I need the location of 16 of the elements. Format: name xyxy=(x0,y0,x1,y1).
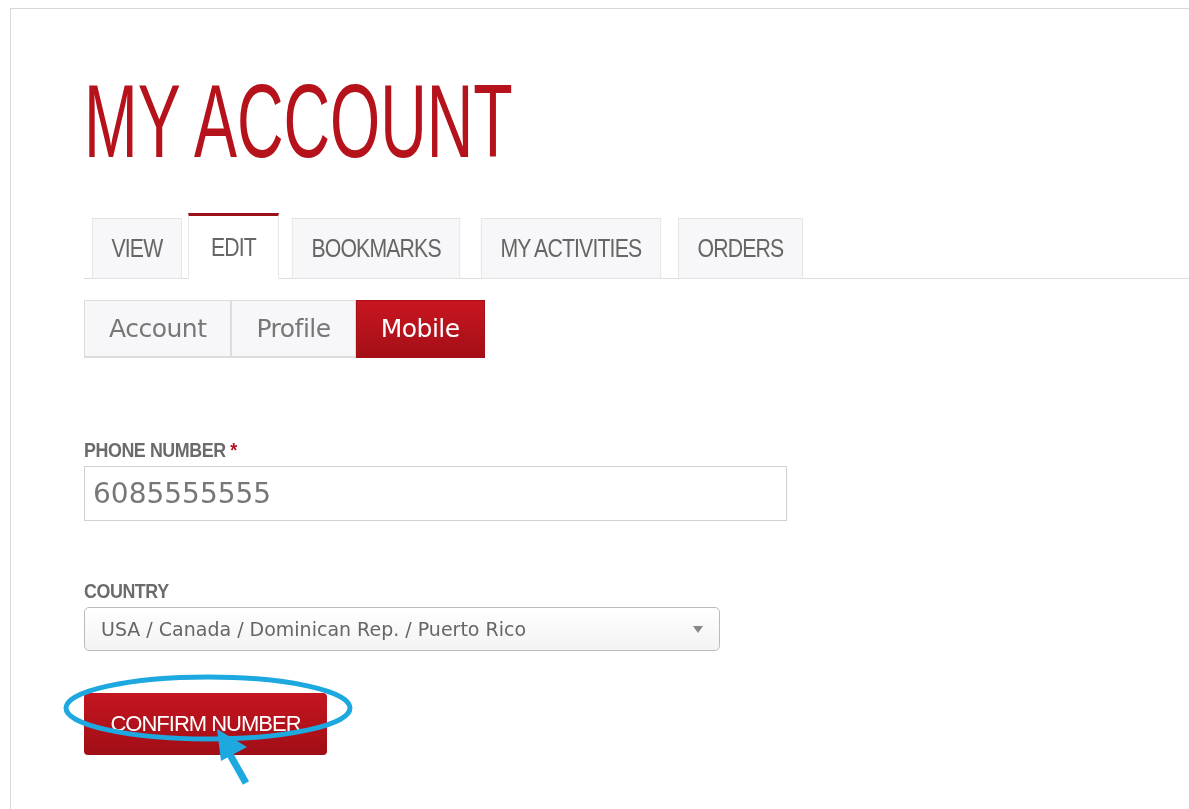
field-label: COUNTRY xyxy=(84,579,170,603)
tab[interactable]: ORDERS xyxy=(677,218,803,279)
subtab[interactable]: Mobile xyxy=(355,300,485,358)
tab[interactable]: BOOKMARKS xyxy=(291,218,461,279)
caret-icon xyxy=(693,625,703,633)
tab[interactable]: MY ACTIVITIES xyxy=(480,218,661,279)
country-select[interactable]: USA / Canada / Dominican Rep. / Puerto Rico xyxy=(84,607,720,651)
tab[interactable]: EDIT xyxy=(187,213,279,279)
confirm-button[interactable]: CONFIRM NUMBER xyxy=(84,693,327,755)
phone-input[interactable]: 6085555555 xyxy=(84,466,787,521)
field-label: PHONE NUMBER * xyxy=(84,438,238,462)
subtab[interactable]: Account xyxy=(84,300,232,358)
pointer-arrow-icon xyxy=(217,729,250,785)
tab[interactable]: VIEW xyxy=(91,218,182,279)
subtab[interactable]: Profile xyxy=(231,300,356,358)
page-title: MY ACCOUNT xyxy=(84,71,514,171)
